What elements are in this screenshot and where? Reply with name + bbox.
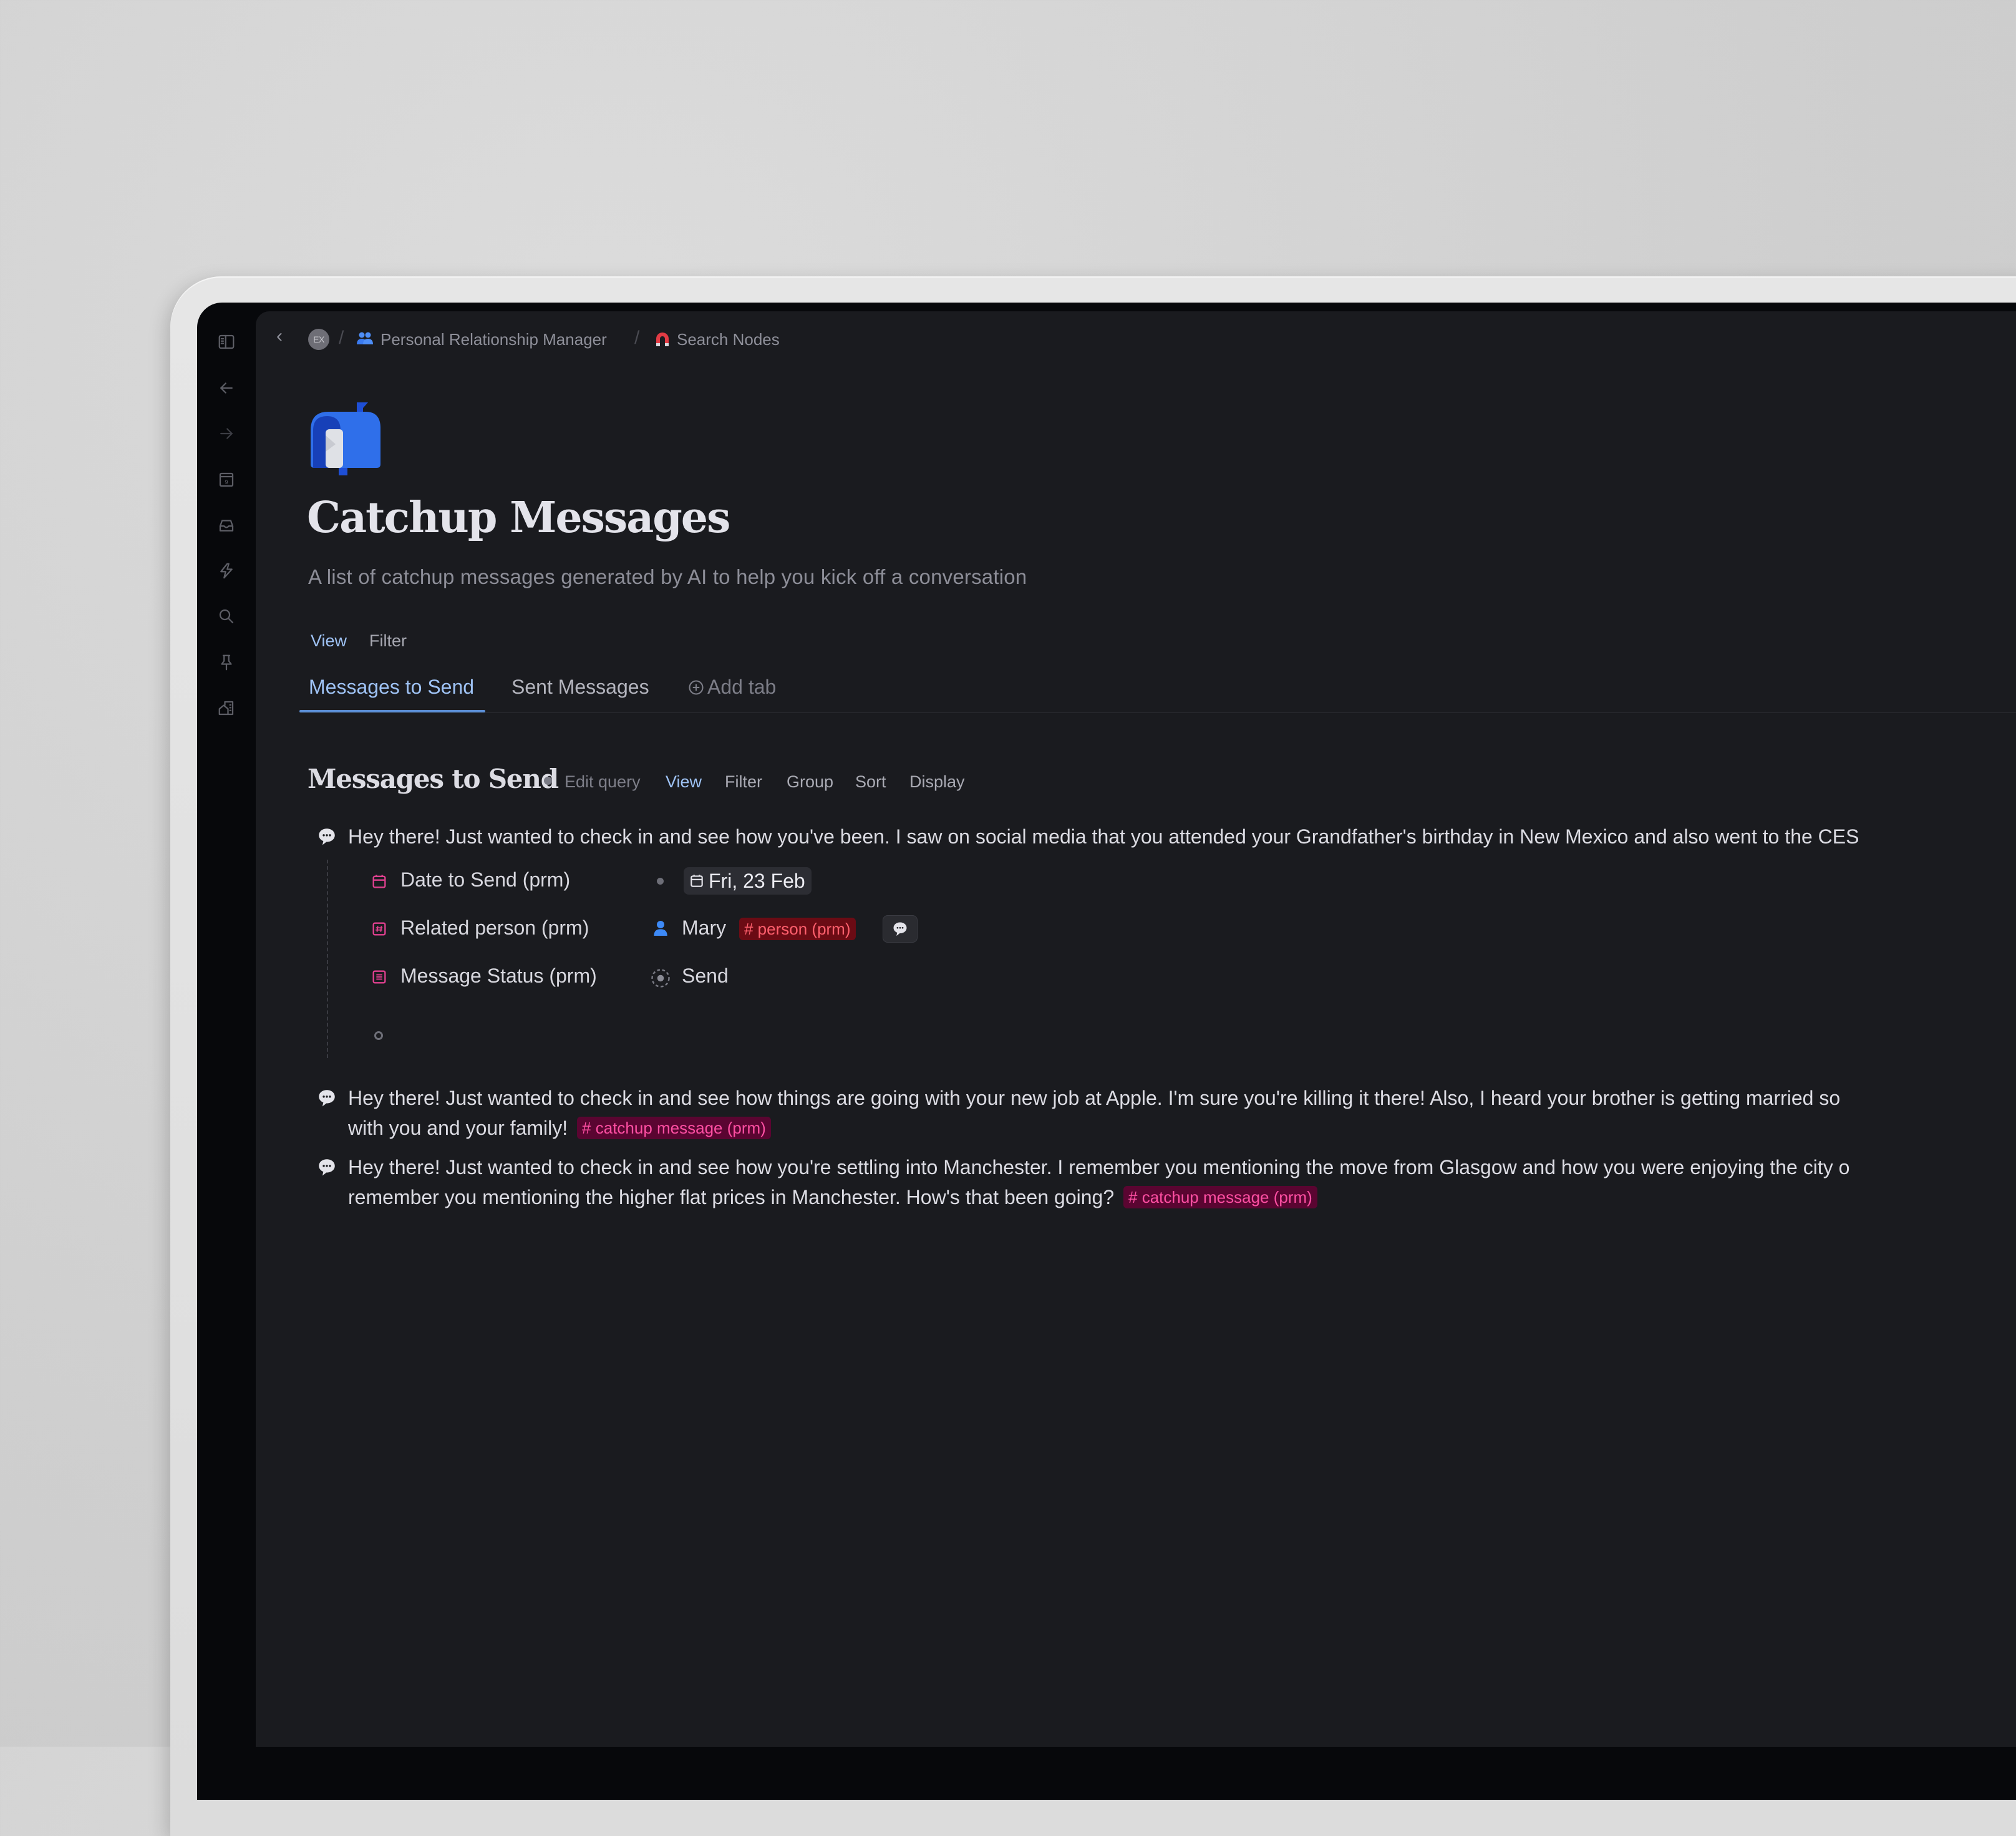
chat-bubble-icon — [893, 922, 907, 936]
pin-icon — [221, 654, 232, 671]
plus-circle-icon — [689, 679, 704, 695]
calendar-icon — [691, 875, 703, 887]
empty-child-node[interactable] — [374, 1031, 383, 1040]
message-text-line: remember you mentioning the higher flat … — [348, 1186, 1115, 1208]
message-text[interactable]: Hey there! Just wanted to check in and s… — [348, 1152, 1849, 1182]
filter-button[interactable]: Filter — [369, 631, 407, 651]
sidebar-item-today[interactable]: 9 — [197, 467, 256, 492]
calendar-icon: 9 — [219, 472, 234, 487]
person-tag[interactable]: # person (prm) — [739, 918, 856, 940]
sidebar-panel-icon — [218, 334, 235, 349]
date-value-chip[interactable]: Fri, 23 Feb — [684, 867, 812, 895]
status-value[interactable]: Send — [682, 964, 729, 988]
breadcrumb-separator: / — [634, 328, 640, 348]
chat-bubble-icon[interactable] — [316, 826, 337, 847]
catchup-message-tag[interactable]: # catchup message (prm) — [577, 1117, 771, 1139]
date-value: Fri, 23 Feb — [709, 869, 805, 892]
section-title: Messages to Send — [308, 764, 559, 794]
chat-bubble-icon[interactable] — [316, 1087, 337, 1109]
hash-field-icon — [372, 922, 386, 936]
field-label-related-person: Related person (prm) — [400, 916, 589, 939]
section-view-button[interactable]: View — [666, 772, 702, 792]
open-chat-button[interactable] — [883, 915, 918, 943]
add-tab-label: Add tab — [707, 676, 777, 698]
person-icon — [654, 921, 667, 936]
forward-button[interactable] — [197, 421, 256, 446]
message-text[interactable]: Hey there! Just wanted to check in and s… — [348, 822, 1859, 852]
people-icon — [357, 332, 373, 344]
section-sort-button[interactable]: Sort — [855, 772, 886, 792]
field-bullet — [657, 878, 664, 885]
back-button[interactable] — [197, 376, 256, 401]
message-text-line: with you and your family! — [348, 1117, 568, 1139]
page-description: A list of catchup messages generated by … — [308, 565, 1027, 588]
query-status-dot — [544, 777, 552, 785]
section-display-button[interactable]: Display — [909, 772, 965, 792]
sidebar: 9 — [197, 303, 256, 1747]
active-tab-indicator — [299, 710, 485, 712]
sidebar-toggle-button[interactable] — [197, 329, 256, 354]
tab-sent-messages[interactable]: Sent Messages — [511, 676, 649, 699]
lightning-icon — [220, 563, 233, 579]
message-text[interactable]: Hey there! Just wanted to check in and s… — [348, 1083, 1840, 1113]
field-label-message-status: Message Status (prm) — [400, 964, 597, 987]
search-icon — [219, 609, 234, 624]
tab-messages-to-send[interactable]: Messages to Send — [309, 676, 474, 699]
person-value-mary[interactable]: Mary — [682, 916, 726, 940]
workspace-avatar[interactable]: EX — [308, 329, 329, 350]
calendar-field-icon — [372, 875, 386, 888]
children-guide-line — [327, 860, 328, 1058]
message-text-continued[interactable]: with you and your family! # catchup mess… — [348, 1113, 771, 1143]
magnet-icon — [656, 333, 669, 346]
catchup-message-tag[interactable]: # catchup message (prm) — [1123, 1186, 1317, 1208]
tabs-divider — [299, 712, 2016, 713]
list-field-icon — [372, 970, 386, 984]
sidebar-item-inbox[interactable] — [197, 513, 256, 538]
arrow-right-icon — [220, 428, 233, 439]
sidebar-item-search[interactable] — [197, 604, 256, 629]
field-label-date-to-send: Date to Send (prm) — [400, 868, 571, 891]
sidebar-item-pinned[interactable] — [197, 650, 256, 675]
status-circle-icon[interactable] — [649, 967, 672, 989]
home-building-icon — [218, 701, 234, 716]
view-button[interactable]: View — [311, 631, 347, 651]
section-filter-button[interactable]: Filter — [725, 772, 762, 792]
edit-query-button[interactable]: Edit query — [565, 772, 641, 792]
breadcrumb-back-button[interactable]: ‹ — [276, 327, 283, 346]
breadcrumb-item-search-nodes[interactable]: Search Nodes — [677, 330, 780, 349]
add-tab-button[interactable]: Add tab — [687, 676, 776, 699]
breadcrumb-item-prm[interactable]: Personal Relationship Manager — [380, 330, 607, 349]
sidebar-item-workspace[interactable] — [197, 696, 256, 721]
mailbox-icon[interactable] — [308, 399, 384, 475]
inbox-icon — [219, 520, 234, 532]
breadcrumb-separator: / — [339, 328, 344, 348]
message-text-continued[interactable]: remember you mentioning the higher flat … — [348, 1182, 1317, 1212]
arrow-left-icon — [220, 382, 233, 394]
page-title: Catchup Messages — [307, 493, 730, 543]
sidebar-item-commands[interactable] — [197, 558, 256, 583]
chat-bubble-icon[interactable] — [316, 1157, 337, 1178]
section-group-button[interactable]: Group — [787, 772, 833, 792]
svg-text:9: 9 — [225, 480, 228, 486]
